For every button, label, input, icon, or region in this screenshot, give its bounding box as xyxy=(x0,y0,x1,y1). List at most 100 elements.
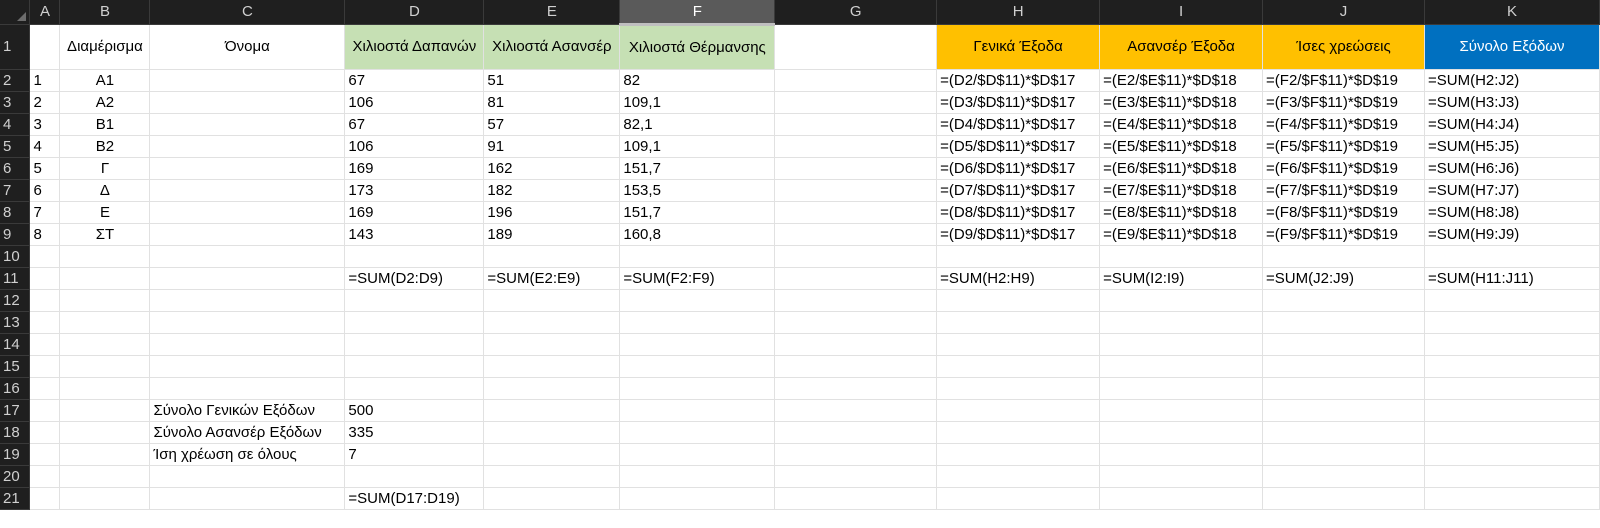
cell-e13[interactable] xyxy=(483,311,621,334)
cell-i11[interactable]: =SUM(I2:I9) xyxy=(1099,267,1264,290)
cell-k20[interactable] xyxy=(1424,465,1600,488)
cell-a20[interactable] xyxy=(29,465,61,488)
cell-f6[interactable]: 151,7 xyxy=(619,157,776,180)
cell-a19[interactable] xyxy=(29,443,61,466)
cell-g20[interactable] xyxy=(774,465,938,488)
cell-g14[interactable] xyxy=(774,333,938,356)
cell-k11[interactable]: =SUM(H11:J11) xyxy=(1424,267,1600,290)
row-header[interactable]: 6 xyxy=(0,157,31,180)
cell-h12[interactable] xyxy=(936,289,1101,312)
cell-b9[interactable]: ΣΤ xyxy=(59,223,151,246)
cell-c7[interactable] xyxy=(149,179,346,202)
cell-g21[interactable] xyxy=(774,487,938,510)
cell-j10[interactable] xyxy=(1262,245,1425,268)
cell-h8[interactable]: =(D8/$D$11)*$D$17 xyxy=(936,201,1101,224)
cell-g10[interactable] xyxy=(774,245,938,268)
cell-f18[interactable] xyxy=(619,421,776,444)
column-header-g[interactable]: G xyxy=(774,0,938,25)
cell-e3[interactable]: 81 xyxy=(483,91,621,114)
cell-h15[interactable] xyxy=(936,355,1101,378)
cell-e4[interactable]: 57 xyxy=(483,113,621,136)
cell-a1[interactable] xyxy=(29,24,61,70)
cell-e21[interactable] xyxy=(483,487,621,510)
cell-d9[interactable]: 143 xyxy=(344,223,485,246)
cell-h9[interactable]: =(D9/$D$11)*$D$17 xyxy=(936,223,1101,246)
cell-c17[interactable]: Σύνολο Γενικών Εξόδων xyxy=(149,399,346,422)
row-header[interactable]: 10 xyxy=(0,245,31,268)
cell-d7[interactable]: 173 xyxy=(344,179,485,202)
cell-h6[interactable]: =(D6/$D$11)*$D$17 xyxy=(936,157,1101,180)
cell-g12[interactable] xyxy=(774,289,938,312)
cell-i14[interactable] xyxy=(1099,333,1264,356)
cell-d17[interactable]: 500 xyxy=(344,399,485,422)
cell-j1[interactable]: Ίσες χρεώσεις xyxy=(1262,24,1425,70)
cell-h10[interactable] xyxy=(936,245,1101,268)
cell-f19[interactable] xyxy=(619,443,776,466)
cell-j15[interactable] xyxy=(1262,355,1425,378)
cell-j11[interactable]: =SUM(J2:J9) xyxy=(1262,267,1425,290)
cell-c21[interactable] xyxy=(149,487,346,510)
cell-j8[interactable]: =(F8/$F$11)*$D$19 xyxy=(1262,201,1425,224)
cell-f13[interactable] xyxy=(619,311,776,334)
cell-f2[interactable]: 82 xyxy=(619,69,776,92)
row-header[interactable]: 19 xyxy=(0,443,31,466)
column-header-b[interactable]: B xyxy=(59,0,151,25)
cell-h5[interactable]: =(D5/$D$11)*$D$17 xyxy=(936,135,1101,158)
row-header[interactable]: 4 xyxy=(0,113,31,136)
cell-a18[interactable] xyxy=(29,421,61,444)
row-header[interactable]: 11 xyxy=(0,267,31,290)
cell-e11[interactable]: =SUM(E2:E9) xyxy=(483,267,621,290)
cell-e5[interactable]: 91 xyxy=(483,135,621,158)
cell-f4[interactable]: 82,1 xyxy=(619,113,776,136)
row-header[interactable]: 8 xyxy=(0,201,31,224)
cell-h19[interactable] xyxy=(936,443,1101,466)
column-header-d[interactable]: D xyxy=(344,0,485,25)
cell-g15[interactable] xyxy=(774,355,938,378)
cell-j21[interactable] xyxy=(1262,487,1425,510)
cell-b20[interactable] xyxy=(59,465,151,488)
row-header[interactable]: 16 xyxy=(0,377,31,400)
cell-d18[interactable]: 335 xyxy=(344,421,485,444)
cell-b11[interactable] xyxy=(59,267,151,290)
cell-a10[interactable] xyxy=(29,245,61,268)
cell-b1[interactable]: Διαμέρισμα xyxy=(59,24,151,70)
cell-d21[interactable]: =SUM(D17:D19) xyxy=(344,487,485,510)
cell-j4[interactable]: =(F4/$F$11)*$D$19 xyxy=(1262,113,1425,136)
cell-h20[interactable] xyxy=(936,465,1101,488)
cell-g18[interactable] xyxy=(774,421,938,444)
cell-d14[interactable] xyxy=(344,333,485,356)
cell-i17[interactable] xyxy=(1099,399,1264,422)
cell-f20[interactable] xyxy=(619,465,776,488)
row-header[interactable]: 15 xyxy=(0,355,31,378)
cell-j6[interactable]: =(F6/$F$11)*$D$19 xyxy=(1262,157,1425,180)
cell-c3[interactable] xyxy=(149,91,346,114)
cell-i2[interactable]: =(E2/$E$11)*$D$18 xyxy=(1099,69,1264,92)
cell-i7[interactable]: =(E7/$E$11)*$D$18 xyxy=(1099,179,1264,202)
cell-h21[interactable] xyxy=(936,487,1101,510)
cell-k3[interactable]: =SUM(H3:J3) xyxy=(1424,91,1600,114)
row-header[interactable]: 5 xyxy=(0,135,31,158)
cell-c11[interactable] xyxy=(149,267,346,290)
row-header[interactable]: 14 xyxy=(0,333,31,356)
column-header-c[interactable]: C xyxy=(149,0,346,25)
cell-h13[interactable] xyxy=(936,311,1101,334)
cell-j14[interactable] xyxy=(1262,333,1425,356)
cell-g7[interactable] xyxy=(774,179,938,202)
column-header-j[interactable]: J xyxy=(1262,0,1425,25)
cell-e10[interactable] xyxy=(483,245,621,268)
cell-c9[interactable] xyxy=(149,223,346,246)
cell-h1[interactable]: Γενικά Έξοδα xyxy=(936,24,1101,70)
row-header[interactable]: 9 xyxy=(0,223,31,246)
cell-f9[interactable]: 160,8 xyxy=(619,223,776,246)
row-header[interactable]: 3 xyxy=(0,91,31,114)
cell-f7[interactable]: 153,5 xyxy=(619,179,776,202)
cell-b4[interactable]: Β1 xyxy=(59,113,151,136)
cell-g13[interactable] xyxy=(774,311,938,334)
cell-a15[interactable] xyxy=(29,355,61,378)
select-all-corner[interactable] xyxy=(0,0,31,25)
cell-f15[interactable] xyxy=(619,355,776,378)
cell-e20[interactable] xyxy=(483,465,621,488)
cell-a11[interactable] xyxy=(29,267,61,290)
cell-i19[interactable] xyxy=(1099,443,1264,466)
cell-f21[interactable] xyxy=(619,487,776,510)
